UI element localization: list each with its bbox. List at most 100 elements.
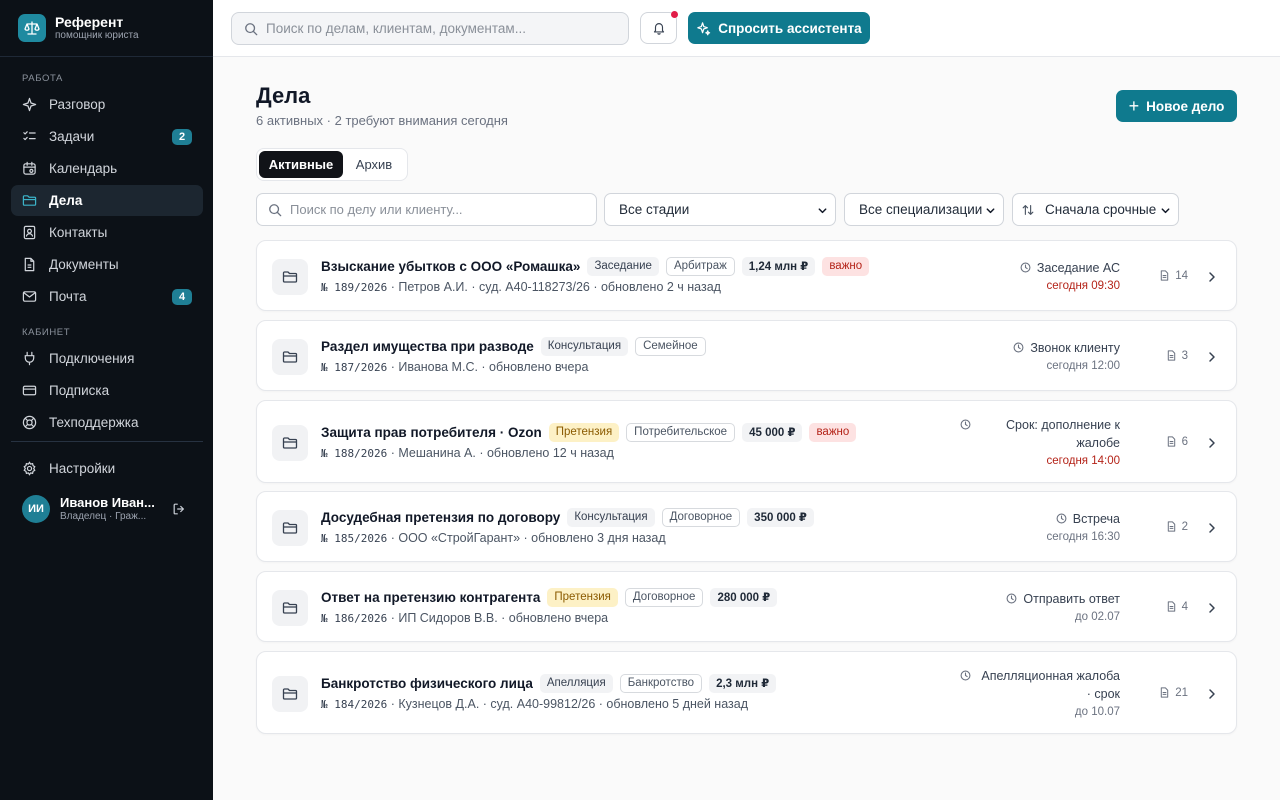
case-folder-badge [272,338,308,375]
sidebar-item-documents[interactable]: Документы [11,249,203,280]
sidebar-item-label: Контакты [49,225,108,240]
case-title[interactable]: Ответ на претензию контрагента [321,590,540,605]
folder-icon [22,195,37,206]
global-search[interactable] [231,12,629,45]
notification-dot [671,11,678,18]
case-number: № 184/2026 [321,697,388,711]
open-case-chevron[interactable] [1207,688,1217,703]
sort-value: Сначала срочные [1045,202,1157,217]
specialization-tag: Договорное [661,507,741,527]
case-number: № 188/2026 [321,446,388,460]
new-case-label: Новое дело [1146,98,1225,114]
search-icon [245,22,258,35]
contacts-icon [23,225,36,240]
case-documents-count: 14 [1159,270,1188,282]
global-search-input[interactable] [266,21,606,36]
clock-icon [1020,262,1031,272]
case-next-event: Срок: дополнение к жалобе сегодня 14:00 [960,416,1120,470]
open-case-chevron[interactable] [1207,522,1217,537]
sidebar-item-chat[interactable]: Разговор [11,89,203,120]
documents-count: 3 [1181,349,1188,362]
clock-icon [960,670,971,680]
mail-icon [22,291,37,302]
event-time: сегодня 14:00 [1046,454,1121,467]
case-meta-text: · Кузнецов Д.А. · суд. А40-99812/26 · об… [387,696,748,711]
avatar: ИИ [22,495,50,523]
documents-count: 2 [1181,520,1188,533]
ask-assistant-button[interactable]: Спросить ассистента [688,12,870,44]
open-case-chevron[interactable] [1207,271,1217,286]
document-icon [1167,521,1175,532]
sidebar-item-label: Техподдержка [49,415,139,430]
open-case-chevron[interactable] [1207,437,1217,452]
event-title: Срок: дополнение к жалобе [1006,417,1120,450]
case-title[interactable]: Защита прав потребителя · Ozon [321,425,542,440]
case-header: Досудебная претензия по договору Консульт… [321,507,821,527]
card-icon [22,385,37,396]
case-next-event: Заседание АС сегодня 09:30 [1020,259,1120,295]
logout-icon[interactable] [172,502,186,516]
case-card[interactable]: Ответ на претензию контрагента Претензия Д… [256,571,1237,642]
case-title[interactable]: Банкротство физического лица [321,676,533,691]
specialization-tag: Договорное [624,587,704,607]
case-card[interactable]: Раздел имущества при разводе Консультация… [256,320,1237,391]
case-header: Раздел имущества при разводе Консультация… [321,336,713,356]
case-card[interactable]: Банкротство физического лица Апелляция Бан… [256,651,1237,734]
case-number: № 186/2026 [321,611,388,625]
tab-active[interactable]: Активные [259,151,343,178]
sidebar-item-cases[interactable]: Дела [11,185,203,216]
sidebar-item-label: Подписка [49,383,110,398]
chevron-down-icon [818,208,827,214]
user-profile[interactable]: ИИ Иванов Иван... Владелец · Граж... [22,494,202,524]
case-search-input[interactable] [290,202,590,217]
sidebar-item-connections[interactable]: Подключения [11,343,203,374]
documents-count: 4 [1181,600,1188,613]
important-tag: важно [809,422,857,442]
chevron-down-icon [986,208,995,214]
sidebar-item-settings[interactable]: Настройки [11,453,203,484]
chevron-right-icon [1209,522,1215,533]
document-icon [1167,601,1175,612]
checklist-icon [23,131,36,141]
sidebar-item-subscription[interactable]: Подписка [11,375,203,406]
sidebar-item-contacts[interactable]: Контакты [11,217,203,248]
case-title[interactable]: Досудебная претензия по договору [321,510,560,525]
case-search[interactable] [256,193,597,226]
case-folder-badge [272,258,308,295]
sidebar-item-label: Подключения [49,351,135,366]
sparkle-icon [22,97,37,112]
sidebar-item-calendar[interactable]: Календарь [11,153,203,184]
stage-filter-select[interactable]: Все стадии [604,193,836,226]
sidebar-item-label: Почта [49,289,87,304]
case-meta: № 186/2026 · ИП Сидоров В.В. · обновлено… [321,611,608,625]
calendar-icon [23,161,36,175]
sidebar-item-label: Задачи [49,129,95,144]
case-header: Ответ на претензию контрагента Претензия Д… [321,587,784,607]
case-meta: № 189/2026 · Петров А.И. · суд. А40-1182… [321,280,721,294]
chevron-right-icon [1209,688,1215,699]
open-case-chevron[interactable] [1207,351,1217,366]
case-card[interactable]: Защита прав потребителя · Ozon Претензия П… [256,400,1237,483]
sort-select[interactable]: Сначала срочные [1012,193,1179,226]
stage-filter-value: Все стадии [619,202,690,217]
case-card[interactable]: Взыскание убытков с ООО «Ромашка» Заседан… [256,240,1237,311]
case-title[interactable]: Раздел имущества при разводе [321,339,534,354]
specialization-filter-select[interactable]: Все специализации [844,193,1004,226]
case-card[interactable]: Досудебная претензия по договору Консульт… [256,491,1237,562]
sidebar-item-mail[interactable]: Почта 4 [11,281,203,312]
new-case-button[interactable]: + Новое дело [1116,90,1237,122]
sidebar-item-support[interactable]: Техподдержка [11,407,203,438]
chevron-right-icon [1209,351,1215,362]
documents-count: 14 [1175,269,1188,282]
folder-icon [282,350,298,363]
case-meta: № 185/2026 · ООО «СтройГарант» · обновле… [321,531,666,545]
section-label-work: РАБОТА [22,73,63,84]
open-case-chevron[interactable] [1207,602,1217,617]
notifications-button[interactable] [640,11,678,44]
tab-archive[interactable]: Архив [343,151,405,178]
case-title[interactable]: Взыскание убытков с ООО «Ромашка» [321,259,580,274]
sidebar-item-tasks[interactable]: Задачи 2 [11,121,203,152]
event-time: до 02.07 [1074,610,1120,623]
brand[interactable]: Референт помощник юриста [0,0,213,57]
amount-tag: 2,3 млн ₽ [709,673,777,693]
